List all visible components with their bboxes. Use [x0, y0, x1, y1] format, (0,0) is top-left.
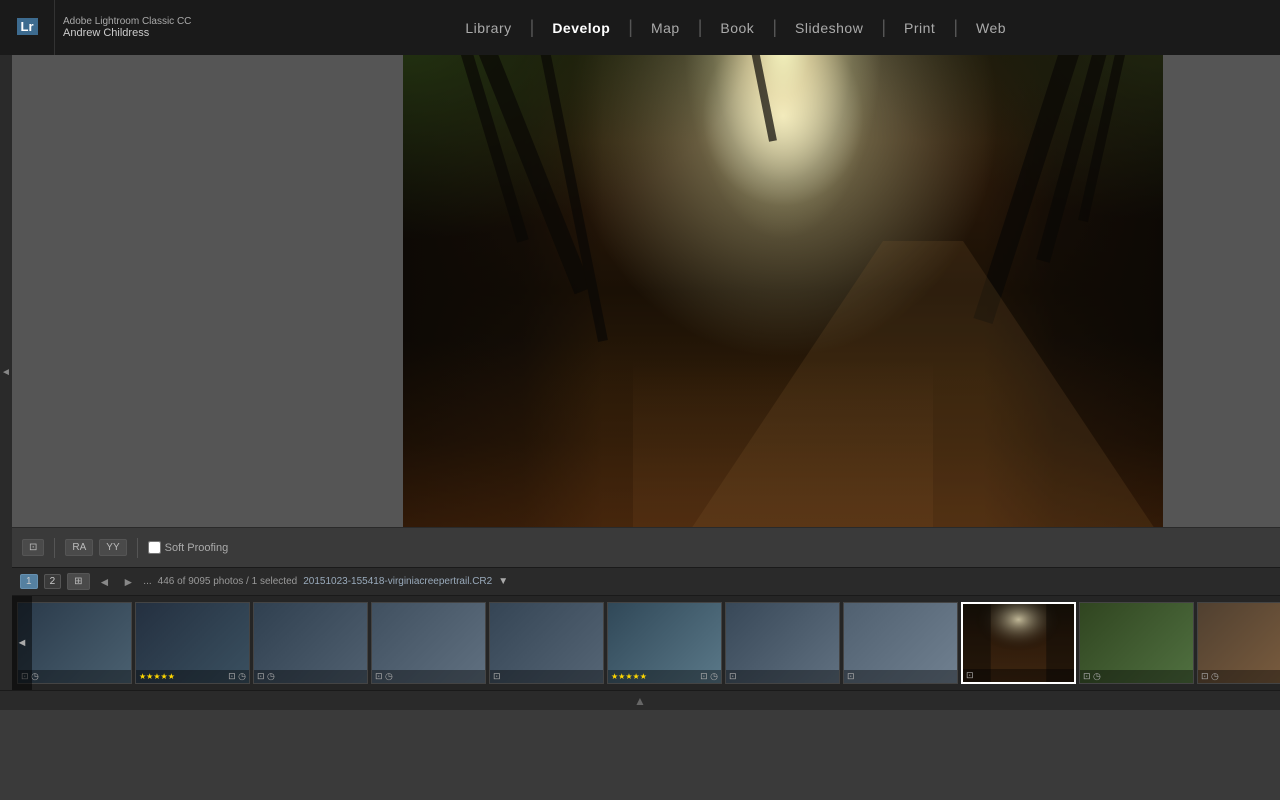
film-thumb-7[interactable]: ⊡	[725, 602, 840, 684]
main-area: ◄	[0, 55, 1280, 690]
nav-develop[interactable]: Develop	[534, 12, 628, 44]
thumb-6-overlay: ★★★★★ ⊡ ◷	[608, 670, 721, 683]
user-name: Andrew Childress	[63, 27, 191, 39]
nav-library[interactable]: Library	[447, 12, 529, 44]
nav-slideshow[interactable]: Slideshow	[777, 12, 881, 44]
thumb-4-overlay: ⊡ ◷	[372, 670, 485, 683]
thumb-3-overlay: ⊡ ◷	[254, 670, 367, 683]
page-1-button[interactable]: 1	[20, 574, 38, 589]
app-info: Adobe Lightroom Classic CC Andrew Childr…	[55, 16, 191, 39]
tree-branches-svg	[403, 55, 1163, 527]
grid-view-button[interactable]: ⊞	[67, 573, 89, 590]
thumb-10-overlay: ⊡ ◷	[1080, 670, 1193, 683]
nav-book[interactable]: Book	[702, 12, 772, 44]
thumb-2-overlay: ★★★★★ ⊡ ◷	[136, 670, 249, 683]
film-thumb-5[interactable]: ⊡	[489, 602, 604, 684]
page-2-button[interactable]: 2	[44, 574, 62, 589]
soft-proofing-checkbox[interactable]	[148, 541, 161, 554]
thumb-9-overlay: ⊡	[963, 669, 1074, 682]
film-thumb-2[interactable]: ★★★★★ ⊡ ◷	[135, 602, 250, 684]
center-area: ⊡ RA YY Soft Proofing ▼ 1 2 ⊞ ◄ ► ... 44…	[12, 55, 1280, 690]
separator-2	[137, 538, 138, 558]
thumb-7-overlay: ⊡	[726, 670, 839, 683]
lr-badge: Lr	[17, 18, 38, 35]
soft-proofing-toggle[interactable]: Soft Proofing	[148, 541, 229, 554]
film-thumb-3[interactable]: ⊡ ◷	[253, 602, 368, 684]
film-thumb-4[interactable]: ⊡ ◷	[371, 602, 486, 684]
photo-view	[12, 55, 1280, 527]
thumb-5-overlay: ⊡	[490, 670, 603, 683]
filename-label[interactable]: 20151023-155418-virginiacreepertrail.CR2	[303, 576, 492, 587]
film-thumb-8[interactable]: ⊡	[843, 602, 958, 684]
top-bar: Lr Adobe Lightroom Classic CC Andrew Chi…	[0, 0, 1280, 55]
prev-photo-button[interactable]: ◄	[96, 575, 114, 589]
nav-menu: Library | Develop | Map | Book | Slidesh…	[191, 12, 1280, 44]
bottom-expand-arrow[interactable]: ▲	[634, 694, 646, 708]
app-name: Adobe Lightroom Classic CC	[63, 16, 191, 27]
film-thumb-1[interactable]: ⊡ ◷	[17, 602, 132, 684]
film-thumb-6[interactable]: ★★★★★ ⊡ ◷	[607, 602, 722, 684]
photo-count-label: 446 of 9095 photos / 1 selected	[158, 576, 298, 587]
next-photo-button[interactable]: ►	[119, 575, 137, 589]
thumb-1-overlay: ⊡ ◷	[18, 670, 131, 683]
film-thumb-10[interactable]: ⊡ ◷	[1079, 602, 1194, 684]
view-mode-button[interactable]: ⊡	[22, 539, 44, 556]
ra-button[interactable]: RA	[65, 539, 93, 556]
thumb-8-overlay: ⊡	[844, 670, 957, 683]
film-thumb-11[interactable]: ⊡ ◷	[1197, 602, 1280, 684]
left-panel[interactable]: ◄	[0, 55, 12, 690]
filmstrip-info-bar: 1 2 ⊞ ◄ ► ... 446 of 9095 photos / 1 sel…	[12, 567, 1280, 595]
main-photo	[403, 55, 1163, 527]
nav-web[interactable]: Web	[958, 12, 1024, 44]
separator-1	[54, 538, 55, 558]
filename-dropdown[interactable]: ▼	[498, 576, 508, 587]
film-thumb-9[interactable]: ⊡	[961, 602, 1076, 684]
filmstrip: ◄ ⊡ ◷ ★★★★★ ⊡ ◷ ⊡ ◷	[12, 595, 1280, 690]
photo-toolbar: ⊡ RA YY Soft Proofing ▼	[12, 527, 1280, 567]
filmstrip-scroll-left[interactable]: ◄	[12, 596, 32, 690]
yy-button[interactable]: YY	[99, 539, 126, 556]
left-panel-toggle[interactable]: ◄	[1, 367, 12, 378]
nav-map[interactable]: Map	[633, 12, 698, 44]
soft-proofing-label: Soft Proofing	[165, 542, 229, 554]
bottom-bar: ▲	[0, 690, 1280, 710]
thumb-11-overlay: ⊡ ◷	[1198, 670, 1280, 683]
lr-logo: Lr	[0, 0, 55, 55]
nav-print[interactable]: Print	[886, 12, 953, 44]
